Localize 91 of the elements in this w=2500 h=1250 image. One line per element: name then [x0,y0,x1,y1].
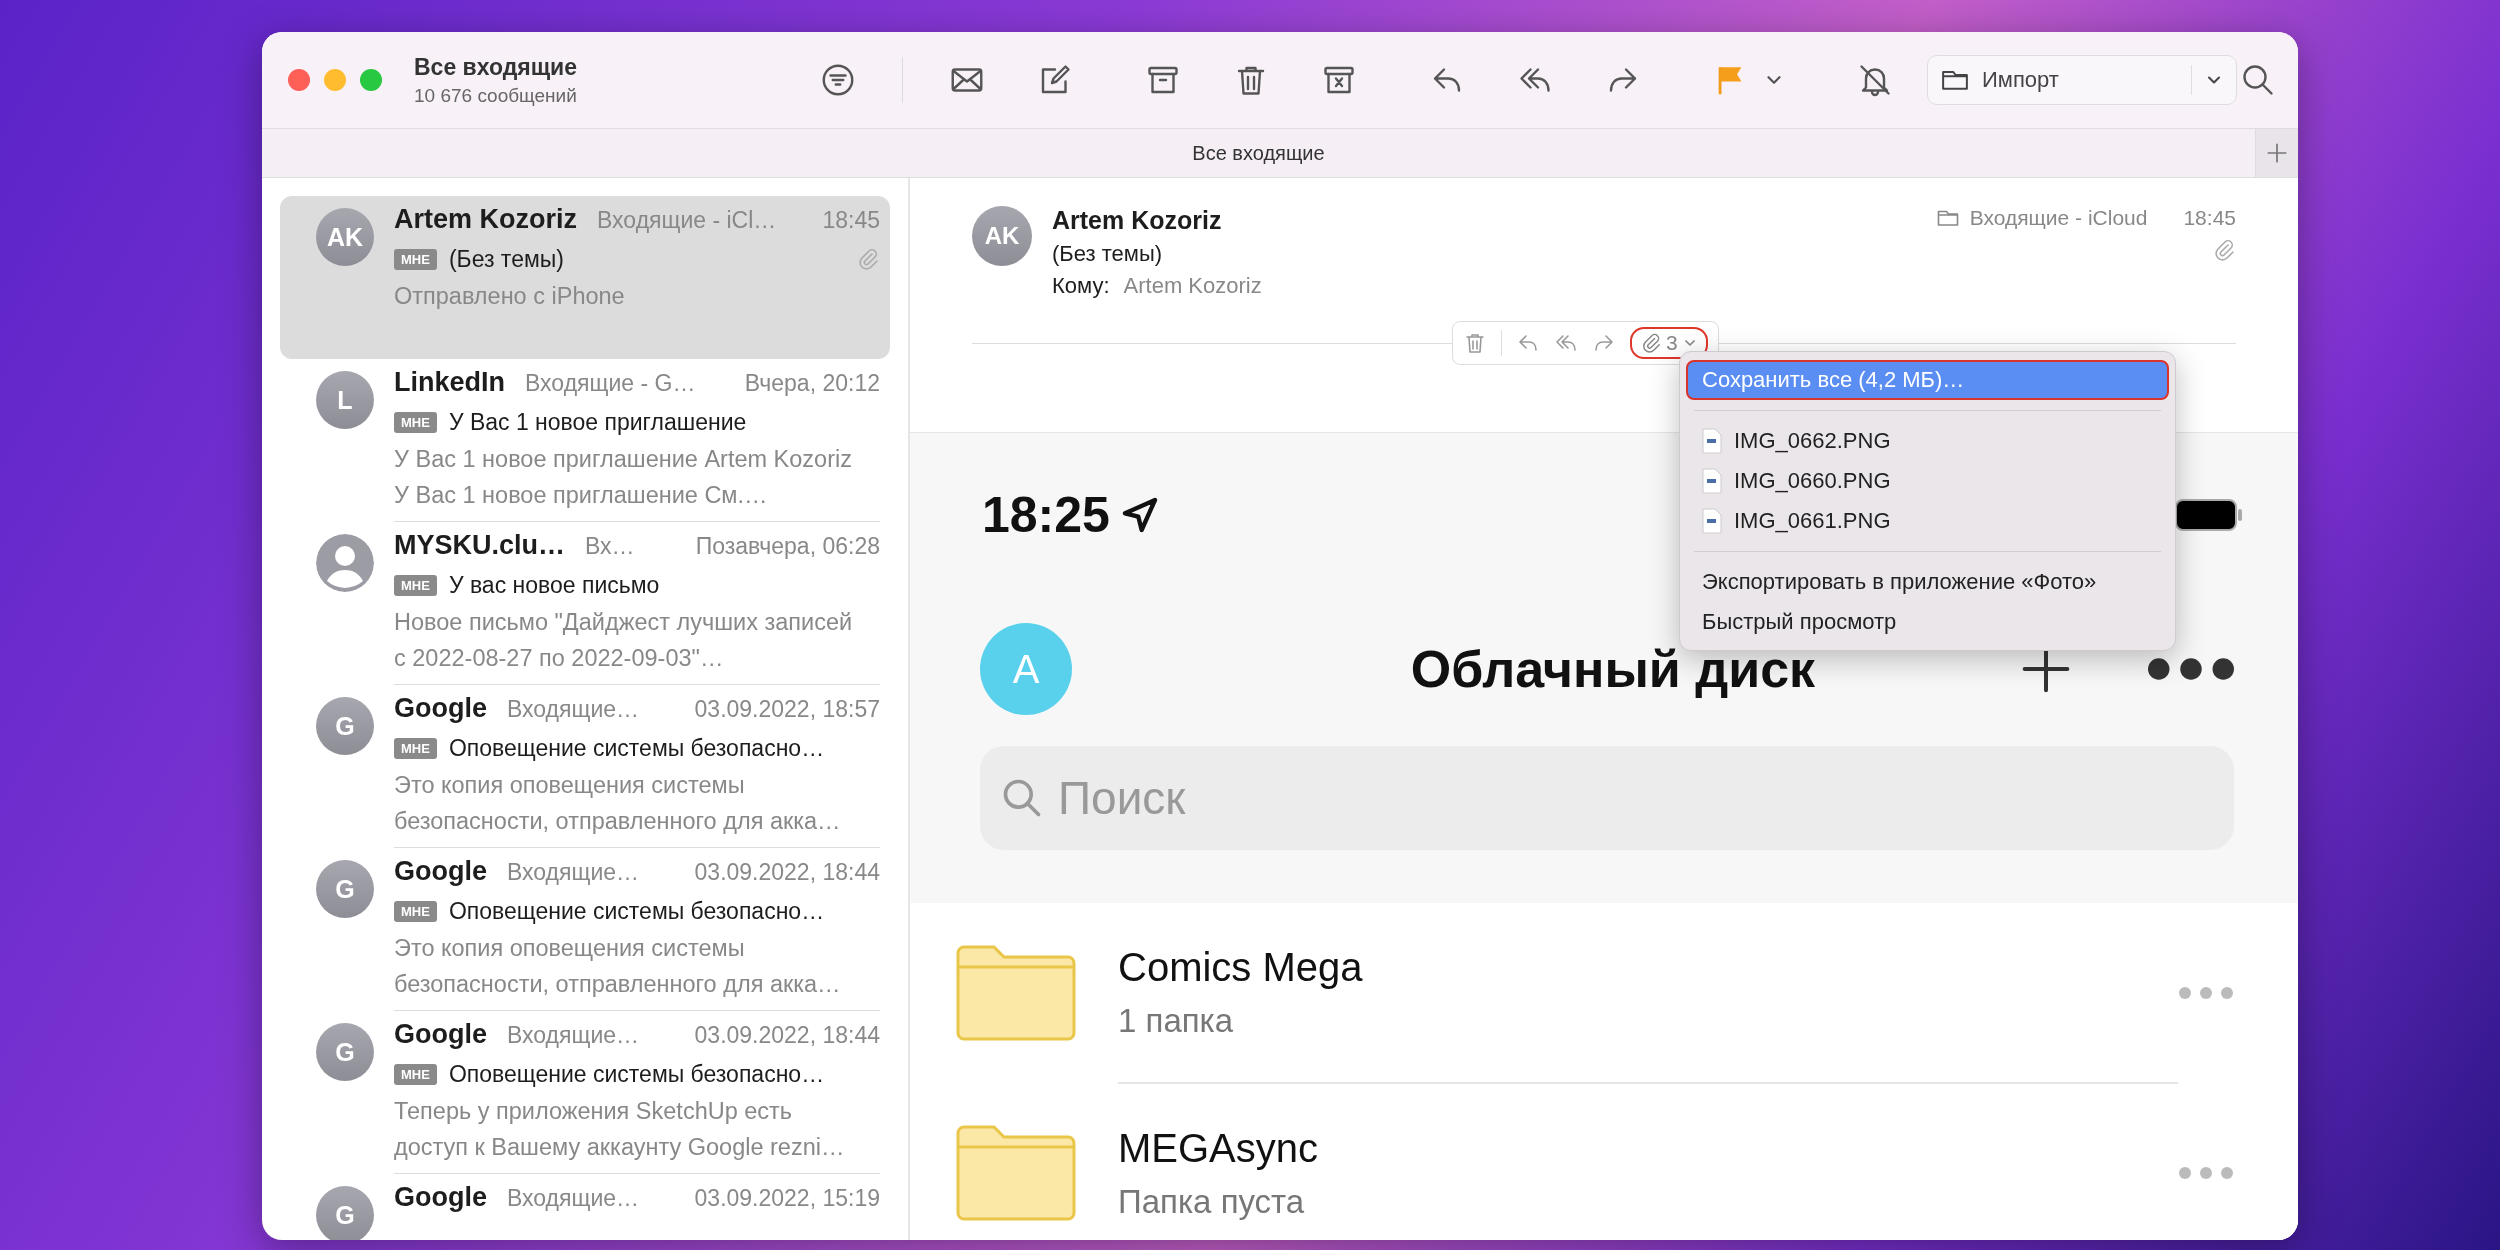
menu-item[interactable]: IMG_0661.PNG [1686,501,2169,541]
sender-name: Google [394,693,487,724]
recipient-name: Artem Kozoriz [1123,273,1262,299]
mailbox-name: Входящие… [507,1022,641,1049]
sender-name: LinkedIn [394,367,505,398]
avatar: L [316,371,374,429]
more-icon [2148,658,2234,680]
message-preview: У Вас 1 новое приглашение Artem Kozoriz У Вас 1 новое приглашение См.… [394,445,853,510]
paperclip-icon [1640,332,1662,354]
sender-name: Google [394,856,487,887]
message-time: 03.09.2022, 15:19 [694,1185,880,1212]
message-row[interactable]: G Google Входящие… 03.09.2022, 15:19 [280,1174,890,1240]
image-file-icon [1702,508,1722,534]
recipient-badge: МНЕ [394,900,437,922]
message-time: 03.09.2022, 18:57 [694,696,880,723]
more-icon [2178,986,2234,1000]
recipient-badge: МНЕ [394,737,437,759]
avatar: G [316,1023,374,1081]
recipient-badge: МНЕ [394,411,437,433]
folder-name: Comics Mega [1118,944,1364,990]
message-count: 10 676 сообщений [414,84,578,107]
folder-icon [956,1125,1076,1221]
search-icon[interactable] [2240,62,2276,98]
message-row[interactable]: MYSKU.clu… Вх… Позавчера, 06:28 МНЕ У вас новое письмо Новое письмо "Дайджест лучших записей с 2022-08-27 по 2022-09-03"… [280,522,890,685]
mailbox-name: Входящие - G… [525,370,697,397]
message-subject: Оповещение системы безопасно… [448,897,826,925]
menu-item[interactable]: IMG_0660.PNG [1686,461,2169,501]
message-row[interactable]: AK Artem Kozoriz Входящие - iCl… 18:45 МНЕ (Без темы) Отправлено с iPhone [280,196,890,359]
message-subject: У Вас 1 новое приглашение [448,408,748,436]
image-file-icon [1702,428,1722,454]
mailbox-name: Входящие… [507,696,641,723]
mailbox-name: Входящие… [507,1185,641,1212]
message-subject: (Без темы) [1052,241,1164,267]
battery-icon [2174,498,2244,532]
folder-detail: 1 папка [1118,1001,1235,1040]
message-row[interactable]: G Google Входящие… 03.09.2022, 18:44 МНЕ Оповещение системы безопасно… Теперь у приложения SketchUp есть доступ к Вашему аккаунту Google rezni… [280,1011,890,1174]
filter-icon[interactable] [820,62,856,98]
folder-name: MEGAsync [1118,1125,1320,1171]
message-preview: Новое письмо "Дайджест лучших записей с 2022-08-27 по 2022-09-03"… [394,608,854,673]
avatar: G [316,860,374,918]
message-subject: (Без темы) [448,245,565,273]
message-preview: Это копия оповещения системы безопасности, отправленного для акка… [394,934,842,999]
message-subject: Оповещение системы безопасно… [448,734,826,762]
recipient-badge: МНЕ [394,574,437,596]
recipient-badge: МНЕ [394,248,437,270]
recipient-badge: МНЕ [394,1063,437,1085]
avatar-silhouette [316,534,374,592]
message-time: Вчера, 20:12 [744,370,880,397]
message-row[interactable]: L LinkedIn Входящие - G… Вчера, 20:12 МНЕ У Вас 1 новое приглашение У Вас 1 новое приглашение Artem Kozoriz У Вас 1 новое приглашение См.… [280,359,890,522]
mailbox-name: Входящие… [507,859,641,886]
trash-icon[interactable] [1463,331,1487,355]
avatar: A [980,623,1072,715]
message-preview: Теперь у приложения SketchUp есть доступ к Вашему аккаунту Google rezni… [394,1097,846,1162]
mailbox-name: Вх… [585,533,636,560]
message-time: 03.09.2022, 18:44 [694,1022,880,1049]
sender-name: Artem Kozoriz [394,204,577,235]
message-row[interactable]: G Google Входящие… 03.09.2022, 18:57 МНЕ Оповещение системы безопасно… Это копия оповещения системы безопасности, отправленного для акка… [280,685,890,848]
window-title: Все входящие [414,53,579,81]
mailbox-popup[interactable]: Импорт [1927,55,2237,105]
screen-title: Облачный диск [1409,639,1817,699]
message-subject: Оповещение системы безопасно… [448,1060,826,1088]
close-button[interactable] [288,69,310,91]
bell-slash-icon[interactable] [1857,62,1893,98]
avatar: AK [316,208,374,266]
recipient-label: Кому: [1052,273,1110,299]
message-preview: Отправлено с iPhone [394,282,626,311]
menu-item[interactable]: Быстрый просмотр [1686,602,2169,642]
image-file-icon [1702,468,1722,494]
folder-icon [956,945,1076,1041]
menu-item[interactable]: IMG_0662.PNG [1686,421,2169,461]
mailbox-name: Входящие - iCl… [597,207,778,234]
sender-name: Google [394,1182,487,1213]
message-time: Позавчера, 06:28 [695,533,880,560]
folder-detail: Папка пуста [1118,1182,1306,1221]
message-time: 18:45 [822,207,880,234]
message-time: 03.09.2022, 18:44 [694,859,880,886]
message-time: 18:45 [2183,206,2236,230]
menu-item[interactable]: Экспортировать в приложение «Фото» [1686,562,2169,602]
avatar: G [316,1186,374,1240]
status-time: 18:25 [982,486,1110,544]
avatar: AK [972,206,1032,266]
avatar: G [316,697,374,755]
message-preview: Это копия оповещения системы безопасности, отправленного для акка… [394,771,842,836]
message-row[interactable]: G Google Входящие… 03.09.2022, 18:44 МНЕ Оповещение системы безопасно… Это копия оповещения системы безопасности, отправленного для акка… [280,848,890,1011]
sender-name: MYSKU.clu… [394,530,566,561]
message-subject: У вас новое письмо [448,571,661,599]
mailbox-name: Входящие - iCloud [1969,206,2148,230]
more-icon [2178,1166,2234,1180]
search-field[interactable]: Поиск [980,746,2234,850]
sender-name: Google [394,1019,487,1050]
sender-name: Artem Kozoriz [1052,206,1223,235]
